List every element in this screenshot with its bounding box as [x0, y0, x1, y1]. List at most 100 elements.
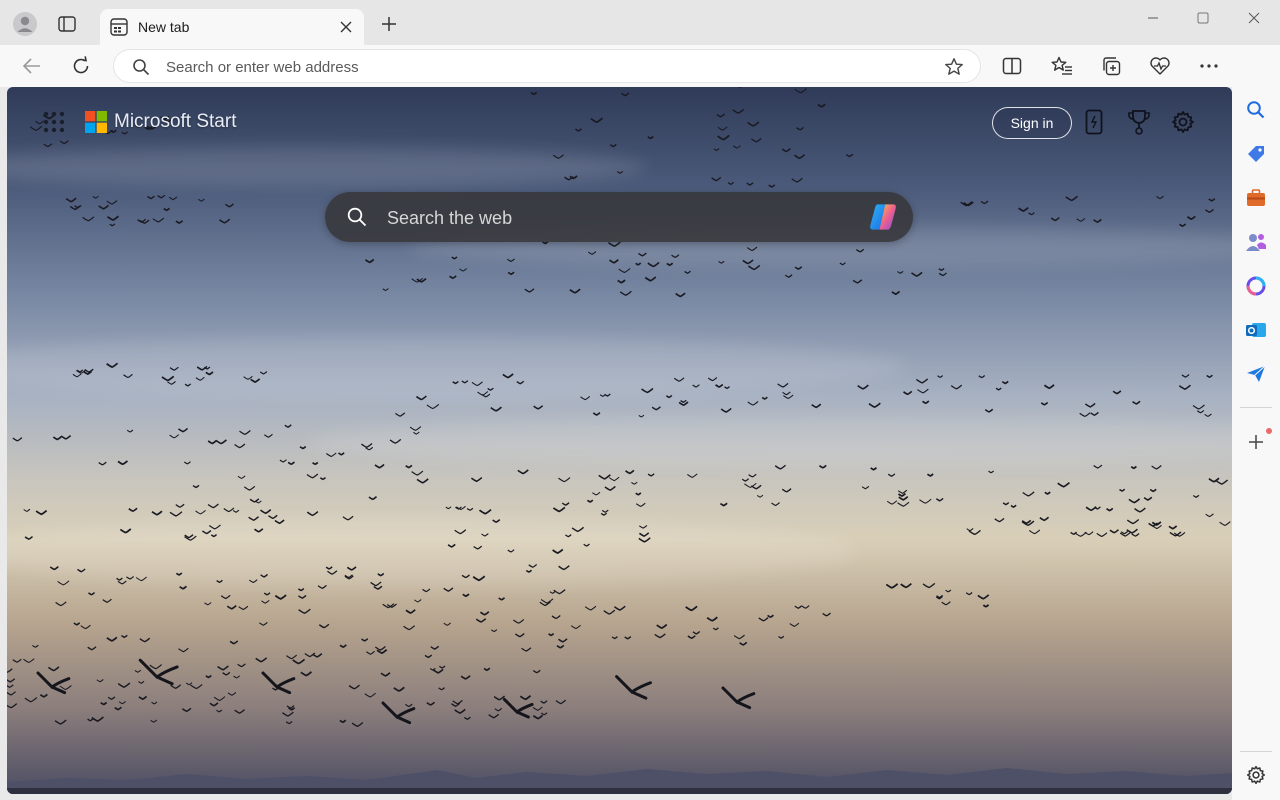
minimize-button[interactable] — [1130, 4, 1176, 32]
search-icon — [1247, 101, 1265, 119]
bird-silhouette — [680, 399, 687, 403]
bird-silhouette — [1151, 465, 1162, 470]
bird-silhouette — [96, 679, 104, 683]
microsoft-start-brand[interactable]: Microsoft Start — [114, 111, 236, 133]
bird-silhouette — [438, 687, 445, 691]
bird-silhouette — [183, 461, 191, 465]
sign-in-button[interactable]: Sign in — [992, 107, 1072, 139]
sidebar-item-games[interactable] — [1241, 227, 1271, 257]
browser-essentials-button[interactable] — [1144, 50, 1176, 82]
microsoft-logo-icon[interactable] — [85, 111, 107, 133]
new-tab-button[interactable] — [374, 9, 404, 39]
bird-silhouette — [995, 387, 1002, 391]
bird-silhouette — [178, 647, 189, 653]
sidebar-item-tools[interactable] — [1241, 183, 1271, 213]
collections-button[interactable] — [1095, 50, 1127, 82]
bird-silhouette — [564, 176, 574, 181]
sidebar-item-shopping[interactable] — [1241, 139, 1271, 169]
bird-silhouette — [181, 707, 192, 713]
bird-silhouette — [724, 386, 730, 390]
bird-silhouette — [161, 375, 175, 382]
bird-silhouette — [620, 92, 630, 97]
toolbar — [0, 45, 1280, 87]
bird-silhouette — [561, 502, 570, 506]
sidebar-item-drop[interactable] — [1241, 359, 1271, 389]
people-icon — [1246, 234, 1266, 251]
bird-silhouette — [599, 393, 606, 397]
bird-silhouette — [43, 143, 53, 148]
bird-silhouette — [300, 671, 313, 677]
bird-silhouette — [1028, 212, 1035, 216]
copilot-icon[interactable] — [867, 201, 899, 233]
bird-silhouette — [279, 459, 287, 463]
bird-silhouette — [530, 91, 538, 96]
sidebar-item-search[interactable] — [1241, 95, 1271, 125]
apps-launcher-icon[interactable] — [43, 111, 65, 133]
rewards-button[interactable] — [1124, 107, 1154, 137]
more-button[interactable] — [1193, 50, 1225, 82]
address-bar[interactable] — [113, 49, 981, 83]
bird-silhouette — [978, 375, 986, 379]
bird-silhouette — [57, 580, 70, 586]
web-search-box[interactable] — [325, 192, 913, 242]
bird-silhouette — [746, 246, 758, 252]
page-settings-button[interactable] — [1168, 107, 1198, 137]
bird-silhouette — [822, 612, 831, 617]
vertical-tabs-button[interactable] — [52, 9, 82, 39]
split-screen-button[interactable] — [996, 50, 1028, 82]
bird-silhouette — [205, 674, 212, 679]
sidebar-item-outlook[interactable] — [1241, 315, 1271, 345]
bird-silhouette — [361, 442, 373, 448]
bird-silhouette — [1096, 532, 1108, 538]
bird-silhouette — [1079, 412, 1091, 417]
phone-app-button[interactable] — [1079, 107, 1109, 137]
bird-silhouette — [255, 657, 268, 663]
bird-silhouette — [36, 671, 71, 695]
back-button[interactable] — [16, 50, 48, 82]
bird-silhouette — [885, 583, 899, 589]
bird-silhouette — [409, 426, 422, 431]
sidebar-item-copilot[interactable] — [1241, 271, 1271, 301]
sidebar-divider — [1240, 751, 1272, 752]
bird-silhouette — [706, 616, 718, 622]
maximize-button[interactable] — [1180, 4, 1226, 32]
bird-silhouette — [209, 702, 219, 707]
bird-silhouette — [463, 716, 471, 720]
favorites-button[interactable] — [1046, 50, 1078, 82]
bird-silhouette — [12, 437, 23, 442]
new-tab-favicon-icon — [110, 18, 128, 36]
bird-silhouette — [138, 658, 179, 686]
close-window-button[interactable] — [1231, 4, 1277, 32]
bird-silhouette — [781, 488, 792, 493]
bird-silhouette — [429, 667, 436, 671]
bird-silhouette — [1156, 195, 1164, 200]
bird-silhouette — [207, 439, 218, 445]
bird-silhouette — [1204, 413, 1212, 417]
bird-silhouette — [196, 365, 208, 371]
bird-silhouette — [647, 261, 660, 268]
bird-silhouette — [675, 292, 686, 298]
bird-silhouette — [459, 268, 468, 272]
bird-silhouette — [897, 492, 906, 497]
bird-silhouette — [54, 719, 67, 725]
refresh-button[interactable] — [65, 50, 97, 82]
bird-silhouette — [748, 473, 757, 478]
bird-silhouette — [100, 701, 108, 706]
close-tab-button[interactable] — [336, 17, 356, 37]
bird-silhouette — [151, 701, 158, 705]
web-search-input[interactable] — [387, 206, 847, 230]
bird-silhouette — [243, 485, 256, 491]
bird-silhouette — [7, 678, 16, 683]
bird-silhouette — [656, 623, 668, 629]
address-input[interactable] — [166, 56, 926, 78]
bird-silhouette — [116, 577, 123, 581]
bird-silhouette — [619, 290, 632, 296]
search-icon — [347, 207, 367, 227]
bird-silhouette — [711, 176, 722, 182]
profile-button[interactable] — [10, 9, 40, 39]
bird-silhouette — [917, 388, 929, 394]
sidebar-item-settings[interactable] — [1241, 760, 1271, 790]
tab-new-tab[interactable]: New tab — [100, 9, 364, 45]
bird-silhouette — [1039, 516, 1050, 522]
favorite-star-icon[interactable] — [944, 57, 964, 77]
